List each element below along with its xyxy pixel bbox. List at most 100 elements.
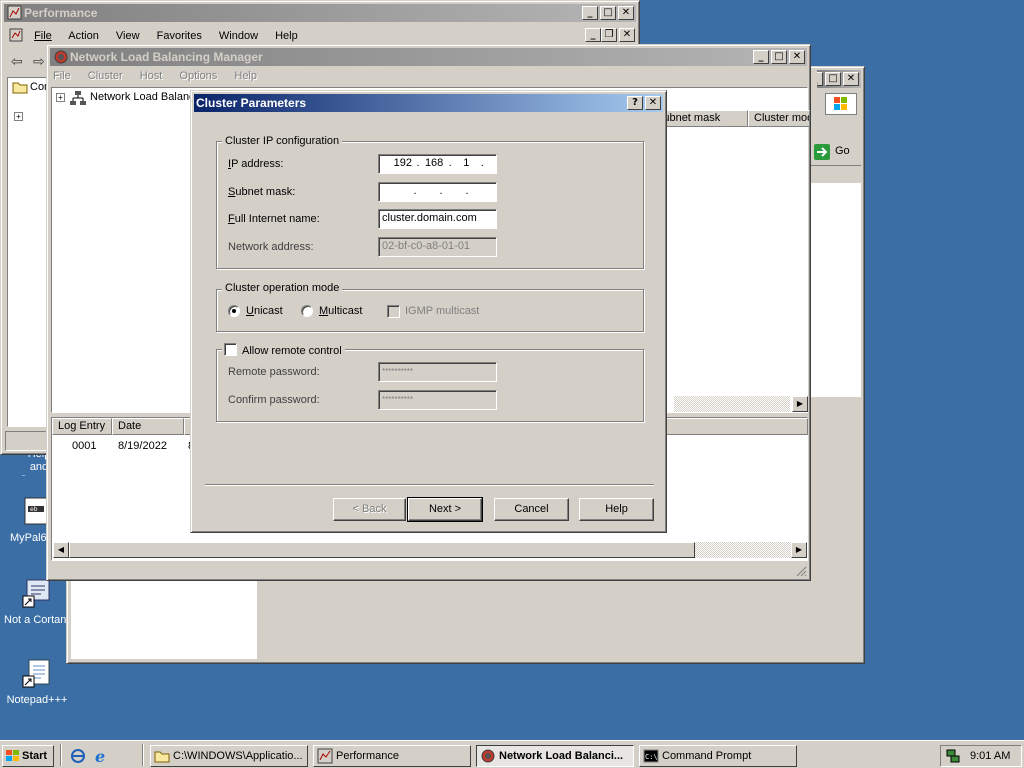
close-icon[interactable]: ✕: [789, 50, 805, 64]
scroll-left-arrow-icon[interactable]: ◀: [53, 542, 69, 558]
maximize-icon[interactable]: □: [600, 6, 616, 20]
allow-remote-control-checkbox[interactable]: [224, 343, 237, 356]
svg-text:e: e: [95, 748, 105, 764]
command-prompt-icon: C:\: [643, 748, 659, 764]
log-scroll-track[interactable]: [695, 542, 791, 558]
desktop-icon-label: Notepad+++: [6, 694, 68, 706]
allow-remote-control-label[interactable]: Allow remote control: [242, 345, 342, 357]
group-operation-mode-label: Cluster operation mode: [222, 282, 343, 295]
remote-password-field[interactable]: **********: [378, 362, 497, 382]
scroll-right-arrow-icon[interactable]: ▶: [791, 542, 807, 558]
cancel-button[interactable]: Cancel: [494, 498, 569, 521]
minimize-icon[interactable]: _: [582, 6, 598, 20]
quicklaunch-ie-icon[interactable]: [70, 748, 86, 767]
unicast-label[interactable]: Unicast: [246, 305, 283, 318]
windows-flag-icon: [5, 749, 21, 765]
ip-address-label: IP address:: [228, 158, 284, 170]
maximize-icon[interactable]: □: [771, 50, 787, 64]
back-arrow-icon[interactable]: ⇦: [11, 53, 23, 70]
start-button[interactable]: Start: [2, 745, 54, 767]
menu-help[interactable]: Help: [234, 70, 257, 82]
task-command-prompt[interactable]: C:\ Command Prompt: [639, 745, 797, 767]
close-icon[interactable]: ✕: [618, 6, 634, 20]
log-cell-date[interactable]: 8/19/2022: [118, 440, 167, 453]
background-titlebar[interactable]: _ □ ✕: [817, 70, 861, 88]
expand-icon[interactable]: +: [56, 93, 65, 102]
back-button[interactable]: < Back: [333, 498, 406, 521]
shortcut-app-icon: [21, 578, 53, 610]
close-icon[interactable]: ✕: [843, 72, 859, 86]
column-log-entry[interactable]: Log Entry: [52, 418, 112, 435]
task-label: Network Load Balanci...: [499, 750, 624, 762]
close-icon[interactable]: ✕: [645, 96, 661, 110]
performance-app-icon: [317, 748, 333, 764]
full-internet-name-label: Full Internet name:: [228, 213, 320, 225]
dialog-titlebar[interactable]: Cluster Parameters ? ✕: [194, 94, 663, 112]
column-cluster-mode[interactable]: Cluster mode: [748, 110, 810, 127]
mdi-minimize-icon[interactable]: _: [585, 28, 601, 42]
nlb-upper-scroll-track[interactable]: [674, 396, 790, 412]
multicast-radio[interactable]: [301, 305, 313, 317]
maximize-icon[interactable]: □: [825, 72, 841, 86]
mdi-restore-icon[interactable]: ❐: [601, 28, 617, 42]
desktop-icon-label: Not a Cortana: [4, 614, 70, 626]
task-performance[interactable]: Performance: [313, 745, 471, 767]
network-address-field: 02-bf-c0-a8-01-01: [378, 237, 497, 257]
nlb-menubar: File Cluster Host Options Help: [53, 67, 271, 86]
help-icon[interactable]: ?: [627, 96, 643, 110]
nlb-titlebar[interactable]: Network Load Balancing Manager _ □ ✕: [50, 48, 807, 66]
background-strip: [811, 165, 861, 183]
scroll-right-arrow-icon[interactable]: ▶: [792, 396, 808, 412]
menu-help[interactable]: Help: [275, 30, 298, 42]
desktop-icon-not-a-cortana[interactable]: Not a Cortana: [0, 578, 74, 626]
nlb-title: Network Load Balancing Manager: [70, 50, 263, 64]
ip-octet-4: 1: [488, 155, 496, 172]
task-explorer[interactable]: C:\WINDOWS\Applicatio...: [150, 745, 308, 767]
folder-icon: [154, 748, 170, 764]
clock[interactable]: 9:01 AM: [970, 750, 1010, 763]
menu-file[interactable]: File: [34, 30, 52, 42]
unicast-radio[interactable]: [228, 305, 240, 317]
mdi-close-icon[interactable]: ✕: [619, 28, 635, 42]
menu-action[interactable]: Action: [68, 30, 99, 42]
desktop-icon-notepad[interactable]: Notepad+++: [0, 658, 74, 706]
quicklaunch-browser-icon[interactable]: e: [94, 747, 110, 767]
cluster-tree-icon: [70, 90, 86, 109]
help-button[interactable]: Help: [579, 498, 654, 521]
go-label: Go: [835, 145, 850, 157]
menu-view[interactable]: View: [116, 30, 140, 42]
minimize-icon[interactable]: _: [753, 50, 769, 64]
menu-file[interactable]: File: [53, 70, 71, 82]
performance-titlebar[interactable]: Performance _ □ ✕: [4, 4, 636, 22]
menu-window[interactable]: Window: [219, 30, 258, 42]
taskbar: Start e C:\WINDOWS\Applicatio... Perform…: [0, 740, 1024, 768]
task-nlb-manager[interactable]: Network Load Balanci...: [476, 745, 634, 767]
minimize-icon[interactable]: _: [817, 72, 823, 86]
subnet-mask-input[interactable]: ...: [378, 182, 497, 202]
group-remote-control: [216, 349, 644, 422]
menu-cluster[interactable]: Cluster: [88, 70, 123, 82]
expand-icon[interactable]: +: [14, 112, 23, 121]
igmp-multicast-checkbox[interactable]: [387, 305, 400, 318]
menu-favorites[interactable]: Favorites: [157, 30, 202, 42]
full-internet-name-input[interactable]: cluster.domain.com: [378, 209, 497, 229]
multicast-label[interactable]: Multicast: [319, 305, 362, 318]
log-cell-entry[interactable]: 0001: [72, 440, 96, 453]
taskbar-divider: [60, 744, 62, 766]
log-scroll-thumb[interactable]: [69, 542, 695, 558]
network-tray-icon[interactable]: [945, 748, 961, 767]
ip-address-input[interactable]: 192 . 168 . 1 . 1: [378, 154, 497, 174]
igmp-multicast-label: IGMP multicast: [405, 305, 480, 317]
confirm-password-field[interactable]: **********: [378, 390, 497, 410]
go-button[interactable]: Go: [811, 141, 861, 163]
go-arrow-icon: [813, 143, 831, 164]
dialog-title: Cluster Parameters: [196, 96, 307, 110]
system-tray: 9:01 AM: [940, 745, 1022, 767]
next-button[interactable]: Next >: [407, 497, 483, 522]
folder-icon: [12, 80, 28, 97]
menu-options[interactable]: Options: [179, 70, 217, 82]
column-date[interactable]: Date: [112, 418, 184, 435]
menu-host[interactable]: Host: [140, 70, 163, 82]
forward-arrow-icon[interactable]: ⇨: [33, 53, 45, 70]
resize-grip-icon[interactable]: [795, 565, 807, 577]
